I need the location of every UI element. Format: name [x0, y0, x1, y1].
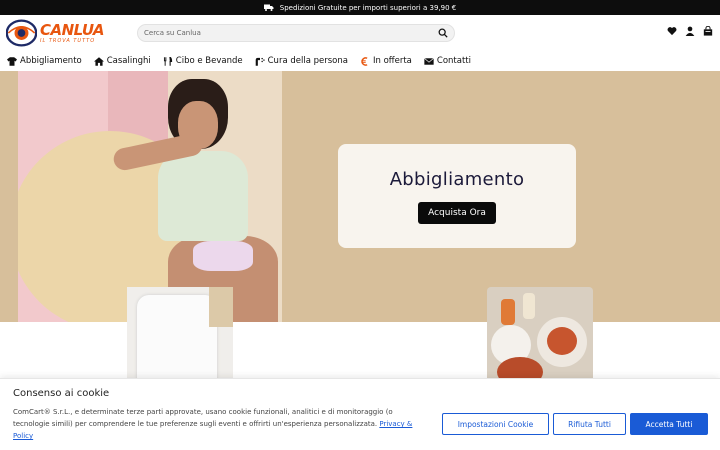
search-icon[interactable] — [438, 28, 448, 38]
nav-label: Casalinghi — [106, 56, 151, 66]
nav-label: Cibo e Bevande — [175, 56, 243, 66]
heart-icon[interactable] — [667, 26, 677, 36]
accept-all-button[interactable]: Accetta Tutti — [630, 413, 708, 435]
hero-banner: Abbigliamento Acquista Ora — [0, 71, 720, 322]
main-nav: Abbigliamento Casalinghi Cibo e Bevande … — [0, 51, 720, 71]
eye-logo-icon — [6, 19, 37, 47]
envelope-icon — [424, 57, 434, 65]
announcement-text: Spedizioni Gratuite per importi superior… — [279, 3, 457, 12]
hero-card: Abbigliamento Acquista Ora — [338, 144, 576, 248]
shirt-icon — [7, 56, 17, 66]
nav-item-in-offerta[interactable]: In offerta — [360, 56, 412, 66]
cookie-settings-button[interactable]: Impostazioni Cookie — [442, 413, 549, 435]
nav-label: Contatti — [436, 56, 471, 66]
nav-item-cibo-bevande[interactable]: Cibo e Bevande — [163, 56, 243, 66]
nav-label: Abbigliamento — [20, 56, 82, 66]
cookie-title: Consenso ai cookie — [13, 388, 110, 399]
care-icon — [255, 57, 265, 66]
nav-label: In offerta — [372, 56, 412, 66]
cutlery-icon — [163, 56, 172, 66]
logo-wordmark: CANLUA — [39, 20, 105, 39]
product-image-shirt[interactable] — [127, 287, 233, 387]
nav-item-contatti[interactable]: Contatti — [424, 56, 471, 66]
cart-icon[interactable] — [703, 26, 713, 36]
user-icon[interactable] — [685, 26, 695, 36]
euro-icon — [361, 56, 368, 66]
hero-image — [18, 71, 282, 322]
site-logo[interactable]: CANLUA IL TROVA TUTTO — [6, 17, 105, 49]
search-input[interactable] — [144, 29, 438, 37]
nav-item-cura-persona[interactable]: Cura della persona — [255, 56, 348, 66]
site-header: CANLUA IL TROVA TUTTO — [0, 15, 720, 51]
hero-title: Abbigliamento — [389, 168, 525, 190]
nav-item-casalinghi[interactable]: Casalinghi — [93, 56, 151, 66]
cookie-description: ComCart® S.r.L., e determinate terze par… — [13, 408, 393, 428]
logo-tagline: IL TROVA TUTTO — [39, 37, 96, 44]
home-icon — [93, 56, 104, 66]
announcement-bar: Spedizioni Gratuite per importi superior… — [0, 0, 720, 15]
cookie-banner: Consenso ai cookie ComCart® S.r.L., e de… — [0, 378, 720, 450]
cookie-text: ComCart® S.r.L., e determinate terze par… — [13, 406, 413, 442]
nav-label: Cura della persona — [267, 56, 348, 66]
nav-item-abbigliamento[interactable]: Abbigliamento — [7, 56, 82, 66]
reject-all-button[interactable]: Rifiuta Tutti — [553, 413, 626, 435]
product-image-food[interactable] — [487, 287, 593, 387]
search-bar — [137, 24, 455, 42]
truck-icon — [263, 4, 274, 11]
shop-now-button[interactable]: Acquista Ora — [418, 201, 496, 224]
